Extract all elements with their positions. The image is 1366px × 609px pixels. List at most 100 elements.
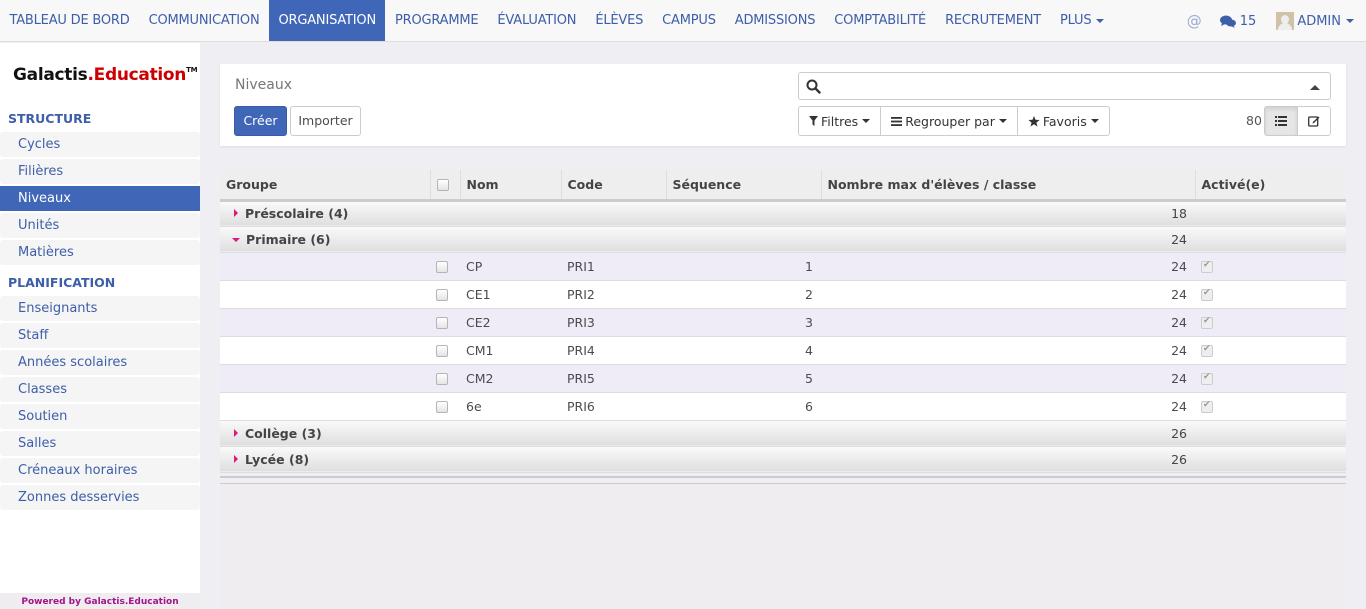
pager-value[interactable]: 80	[1246, 113, 1262, 128]
sidebar-item-staff[interactable]: Staff	[0, 323, 200, 348]
row-checkbox[interactable]	[436, 261, 448, 273]
sidebar-item-matieres[interactable]: Matières	[0, 240, 200, 265]
menu-eleves[interactable]: ÉLÈVES	[586, 0, 653, 41]
navbar-right: @ 15 ADMIN	[1187, 0, 1366, 42]
cell-sequence: 2	[666, 280, 821, 309]
cell-nom: CM1	[460, 336, 561, 365]
menu-programme[interactable]: PROGRAMME	[385, 0, 487, 41]
at-mention-icon[interactable]: @	[1187, 12, 1202, 30]
filters-label: Filtres	[821, 113, 859, 129]
cell-code: PRI1	[561, 252, 666, 281]
user-menu[interactable]: ADMIN	[1276, 12, 1354, 30]
column-header-code[interactable]: Code	[560, 170, 666, 202]
menu-evaluation[interactable]: ÉVALUATION	[488, 0, 586, 41]
bars-icon	[891, 116, 903, 126]
messages-button[interactable]: 15	[1219, 14, 1256, 29]
column-header-active[interactable]: Activé(e)	[1194, 170, 1346, 202]
row-checkbox[interactable]	[436, 401, 448, 413]
form-view-button[interactable]	[1298, 107, 1330, 135]
caret-right-icon	[234, 428, 238, 437]
group-row-lycee[interactable]: Lycée (8) 26	[220, 446, 1346, 473]
sidebar-item-annees-scolaires[interactable]: Années scolaires	[0, 350, 200, 375]
create-button[interactable]: Créer	[234, 106, 287, 136]
import-button[interactable]: Importer	[290, 106, 361, 136]
menu-plus-dropdown[interactable]: PLUS	[1051, 0, 1114, 41]
sidebar-item-salles[interactable]: Salles	[0, 431, 200, 456]
sidebar-item-enseignants[interactable]: Enseignants	[0, 296, 200, 321]
row-checkbox[interactable]	[436, 289, 448, 301]
filters-dropdown[interactable]: Filtres	[799, 107, 882, 135]
active-checkbox	[1201, 372, 1213, 385]
group-label: Préscolaire (4)	[245, 206, 349, 221]
cell-sequence: 3	[666, 308, 821, 337]
active-checkbox	[1201, 288, 1213, 301]
view-switcher	[1264, 106, 1331, 136]
sidebar-item-filieres[interactable]: Filières	[0, 159, 200, 184]
group-total: 26	[821, 420, 1195, 447]
sidebar-item-zonnes-desservies[interactable]: Zonnes desservies	[0, 485, 200, 510]
row-checkbox[interactable]	[436, 373, 448, 385]
list-view-button[interactable]	[1265, 107, 1298, 135]
menu-campus[interactable]: CAMPUS	[653, 0, 726, 41]
select-all-checkbox[interactable]	[436, 179, 449, 192]
breadcrumb: Niveaux	[235, 77, 292, 93]
favorites-dropdown[interactable]: Favoris	[1018, 107, 1109, 135]
cell-nom: CE1	[460, 280, 561, 309]
table-row[interactable]: CM1 PRI4 4 24	[220, 336, 1346, 365]
active-checkbox	[1201, 260, 1213, 273]
sidebar-item-unites[interactable]: Unités	[0, 213, 200, 238]
caret-down-icon	[1346, 19, 1354, 23]
group-row-college[interactable]: Collège (3) 26	[220, 420, 1346, 447]
menu-tableau-de-bord[interactable]: TABLEAU DE BORD	[0, 0, 139, 41]
row-checkbox[interactable]	[436, 345, 448, 357]
menu-communication[interactable]: COMMUNICATION	[139, 0, 269, 41]
sidebar-item-classes[interactable]: Classes	[0, 377, 200, 402]
logo-part2: .Education	[87, 65, 187, 85]
table-row[interactable]: CM2 PRI5 5 24	[220, 364, 1346, 393]
star-icon	[1028, 115, 1040, 127]
sidebar-item-soutien[interactable]: Soutien	[0, 404, 200, 429]
sidebar: Galactis.EducationTM STRUCTURE Cycles Fi…	[0, 43, 200, 609]
cell-code: PRI3	[561, 308, 666, 337]
column-header-groupe[interactable]: Groupe	[220, 170, 430, 202]
group-label: Primaire (6)	[246, 231, 331, 247]
active-checkbox	[1201, 344, 1213, 357]
group-total: 24	[821, 226, 1195, 253]
row-checkbox[interactable]	[436, 317, 448, 329]
menu-comptabilite[interactable]: COMPTABILITÉ	[825, 0, 936, 41]
table-row[interactable]: CE1 PRI2 2 24	[220, 280, 1346, 309]
column-header-sequence[interactable]: Séquence	[665, 170, 821, 202]
groupby-label: Regrouper par	[905, 113, 995, 129]
cell-code: PRI5	[561, 364, 666, 393]
table-row[interactable]: CE2 PRI3 3 24	[220, 308, 1346, 337]
powered-by[interactable]: Powered by Galactis.Education	[0, 593, 200, 609]
logo: Galactis.EducationTM	[13, 65, 198, 85]
table-row[interactable]: CP PRI1 1 24	[220, 252, 1346, 281]
search-box[interactable]	[798, 72, 1331, 100]
group-row-primaire[interactable]: Primaire (6) 24	[220, 226, 1346, 253]
menu-recrutement[interactable]: RECRUTEMENT	[936, 0, 1051, 41]
sidebar-item-cycles[interactable]: Cycles	[0, 132, 200, 157]
search-input[interactable]	[827, 75, 1307, 97]
column-header-nom[interactable]: Nom	[459, 170, 561, 202]
groupby-dropdown[interactable]: Regrouper par	[881, 107, 1018, 135]
sidebar-item-niveaux[interactable]: Niveaux	[0, 186, 200, 211]
cell-max-eleves: 24	[821, 364, 1195, 393]
caret-down-icon	[1096, 18, 1105, 23]
logo-part1: Galactis	[13, 65, 88, 85]
group-row-prescolaire[interactable]: Préscolaire (4) 18	[220, 200, 1346, 227]
caret-down-icon	[998, 119, 1007, 123]
cell-max-eleves: 24	[821, 336, 1195, 365]
menu-organisation[interactable]: ORGANISATION	[268, 0, 386, 41]
top-navbar: TABLEAU DE BORD COMMUNICATION ORGANISATI…	[0, 0, 1366, 42]
search-options-toggle-icon[interactable]	[1310, 85, 1320, 90]
active-checkbox	[1201, 400, 1213, 413]
cell-code: PRI2	[561, 280, 666, 309]
column-header-max-eleves[interactable]: Nombre max d'élèves / classe	[820, 170, 1195, 202]
cell-sequence: 1	[666, 252, 821, 281]
group-total: 18	[821, 200, 1195, 227]
sidebar-item-creneaux-horaires[interactable]: Créneaux horaires	[0, 458, 200, 483]
menu-admissions[interactable]: ADMISSIONS	[725, 0, 825, 41]
cell-code: PRI6	[561, 392, 666, 421]
table-row[interactable]: 6e PRI6 6 24	[220, 392, 1346, 421]
